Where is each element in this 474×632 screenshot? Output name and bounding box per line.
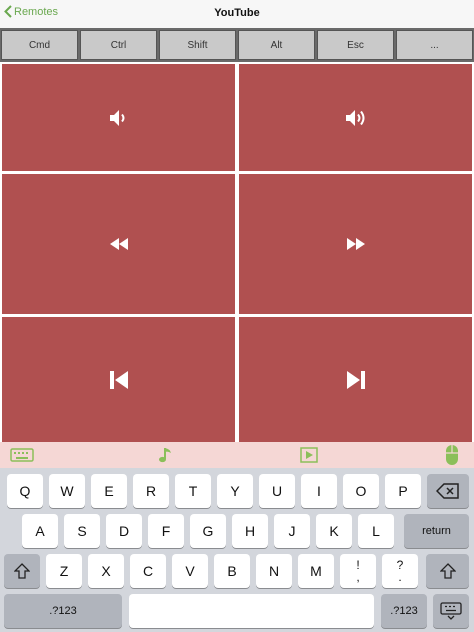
key-u[interactable]: U	[259, 474, 295, 508]
numbers-key-right[interactable]: .?123	[381, 594, 427, 628]
key-k[interactable]: K	[316, 514, 352, 548]
fast-forward-icon	[346, 238, 365, 250]
key-a[interactable]: A	[22, 514, 58, 548]
period-char: .	[398, 570, 402, 584]
previous-track-button[interactable]	[2, 317, 235, 442]
modifier-bar: Cmd Ctrl Shift Alt Esc ...	[0, 28, 474, 62]
key-v[interactable]: V	[172, 554, 208, 588]
skip-previous-icon	[109, 370, 128, 389]
delete-key[interactable]	[427, 474, 469, 508]
on-screen-keyboard: Q W E R T Y U I O P A S D F G H J K L re…	[0, 468, 474, 632]
shift-key-left[interactable]	[4, 554, 40, 588]
key-w[interactable]: W	[49, 474, 85, 508]
shift-arrow-icon	[14, 563, 30, 579]
rewind-button[interactable]	[2, 174, 235, 314]
key-c[interactable]: C	[130, 554, 166, 588]
key-m[interactable]: M	[298, 554, 334, 588]
esc-key[interactable]: Esc	[317, 30, 394, 60]
key-x[interactable]: X	[88, 554, 124, 588]
volume-low-icon	[109, 109, 124, 126]
mode-toolbar	[0, 442, 474, 468]
shift-key-right[interactable]	[426, 554, 469, 588]
key-l[interactable]: L	[358, 514, 394, 548]
key-f[interactable]: F	[148, 514, 184, 548]
volume-up-button[interactable]	[239, 64, 472, 171]
numbers-key-left[interactable]: .?123	[4, 594, 122, 628]
alt-key[interactable]: Alt	[238, 30, 315, 60]
keyboard-icon[interactable]	[10, 448, 34, 462]
backspace-icon	[436, 483, 459, 499]
page-title: YouTube	[214, 7, 260, 19]
key-z[interactable]: Z	[46, 554, 82, 588]
key-e[interactable]: E	[91, 474, 127, 508]
key-p[interactable]: P	[385, 474, 421, 508]
shift-arrow-icon	[439, 563, 456, 579]
navigation-bar: Remotes YouTube	[0, 0, 474, 28]
key-y[interactable]: Y	[217, 474, 253, 508]
key-exclaim-comma[interactable]: ! ,	[340, 554, 376, 588]
space-bar[interactable]	[129, 594, 374, 628]
fast-forward-button[interactable]	[239, 174, 472, 314]
rewind-icon	[109, 238, 128, 250]
key-s[interactable]: S	[64, 514, 100, 548]
key-b[interactable]: B	[214, 554, 250, 588]
key-t[interactable]: T	[175, 474, 211, 508]
key-o[interactable]: O	[343, 474, 379, 508]
mouse-icon[interactable]	[445, 444, 459, 466]
key-n[interactable]: N	[256, 554, 292, 588]
next-track-button[interactable]	[239, 317, 472, 442]
skip-next-icon	[346, 370, 365, 389]
volume-high-icon	[345, 109, 364, 126]
key-question-period[interactable]: ? .	[382, 554, 418, 588]
cmd-key[interactable]: Cmd	[1, 30, 78, 60]
key-i[interactable]: I	[301, 474, 337, 508]
key-j[interactable]: J	[274, 514, 310, 548]
shift-key[interactable]: Shift	[159, 30, 236, 60]
more-key[interactable]: ...	[396, 30, 473, 60]
key-h[interactable]: H	[232, 514, 268, 548]
key-d[interactable]: D	[106, 514, 142, 548]
volume-down-button[interactable]	[2, 64, 235, 171]
play-box-icon[interactable]	[300, 447, 318, 463]
return-key[interactable]: return	[404, 514, 469, 548]
comma-char: ,	[356, 570, 360, 584]
hide-keyboard-key[interactable]	[433, 594, 469, 628]
key-g[interactable]: G	[190, 514, 226, 548]
key-r[interactable]: R	[133, 474, 169, 508]
key-q[interactable]: Q	[7, 474, 43, 508]
keyboard-dismiss-icon	[440, 602, 462, 620]
ctrl-key[interactable]: Ctrl	[80, 30, 157, 60]
music-note-icon[interactable]	[158, 446, 174, 464]
remote-pad	[0, 62, 474, 442]
